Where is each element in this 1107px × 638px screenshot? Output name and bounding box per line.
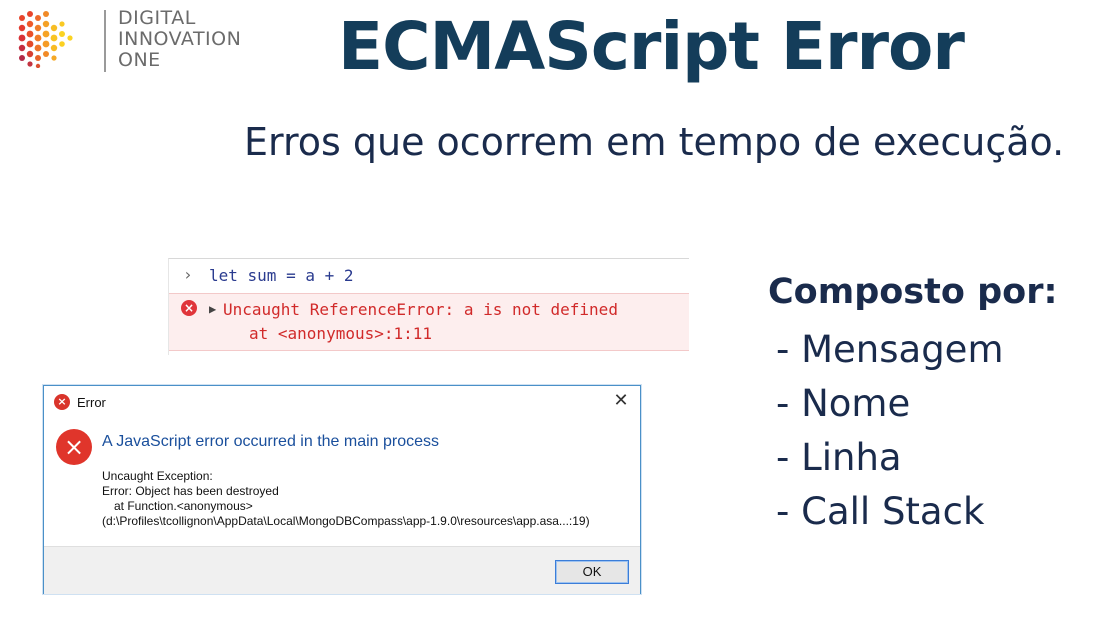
error-line-2: at <anonymous>:1:11 bbox=[249, 324, 433, 343]
ok-button[interactable]: OK bbox=[555, 560, 629, 584]
console-input-line: › let sum = a + 2 bbox=[169, 259, 689, 291]
dialog-body-line: Error: Object has been destroyed bbox=[102, 484, 279, 498]
list-item: - Linha bbox=[776, 436, 902, 479]
logo-dots-icon bbox=[18, 11, 73, 68]
error-line-1: Uncaught ReferenceError: a is not define… bbox=[223, 300, 618, 319]
dialog-body-line: at Function.<anonymous> bbox=[114, 499, 253, 513]
logo: DIGITAL INNOVATION ONE bbox=[18, 6, 258, 76]
slide-subtitle: Erros que ocorrem em tempo de execução. bbox=[244, 120, 1065, 164]
list-item: - Call Stack bbox=[776, 490, 985, 533]
error-dialog: × Error ✕ × A JavaScript error occurred … bbox=[43, 385, 641, 594]
composition-list: - Mensagem - Nome - Linha - Call Stack bbox=[776, 326, 1004, 542]
console-input-code: let sum = a + 2 bbox=[209, 266, 354, 285]
logo-line-2: INNOVATION bbox=[118, 28, 242, 50]
console-error-message: × ▶ Uncaught ReferenceError: a is not de… bbox=[169, 293, 689, 351]
dialog-body: Uncaught Exception: Error: Object has be… bbox=[102, 469, 590, 529]
logo-line-3: ONE bbox=[118, 49, 161, 71]
list-item: - Mensagem bbox=[776, 328, 1004, 371]
prompt-chevron-icon: › bbox=[183, 265, 193, 284]
error-icon: × bbox=[56, 429, 92, 465]
composition-heading: Composto por: bbox=[768, 272, 1058, 312]
logo-line-1: DIGITAL bbox=[118, 7, 196, 29]
error-icon: × bbox=[181, 300, 197, 316]
close-icon[interactable]: ✕ bbox=[610, 390, 632, 412]
dialog-heading: A JavaScript error occurred in the main … bbox=[102, 433, 440, 450]
slide-title: ECMAScript Error bbox=[338, 8, 965, 85]
dialog-titlebar: × Error ✕ bbox=[44, 386, 640, 418]
devtools-console: › let sum = a + 2 × ▶ Uncaught Reference… bbox=[168, 258, 689, 355]
expand-triangle-icon[interactable]: ▶ bbox=[209, 302, 216, 316]
dialog-body-line: (d:\Profiles\tcollignon\AppData\Local\Mo… bbox=[102, 514, 590, 528]
dialog-title: Error bbox=[77, 395, 106, 410]
logo-text: DIGITAL INNOVATION ONE bbox=[118, 8, 241, 71]
error-icon: × bbox=[54, 394, 70, 410]
dialog-body-line: Uncaught Exception: bbox=[102, 469, 213, 483]
logo-separator bbox=[104, 10, 106, 72]
dialog-footer: OK bbox=[44, 546, 640, 594]
list-item: - Nome bbox=[776, 382, 911, 425]
